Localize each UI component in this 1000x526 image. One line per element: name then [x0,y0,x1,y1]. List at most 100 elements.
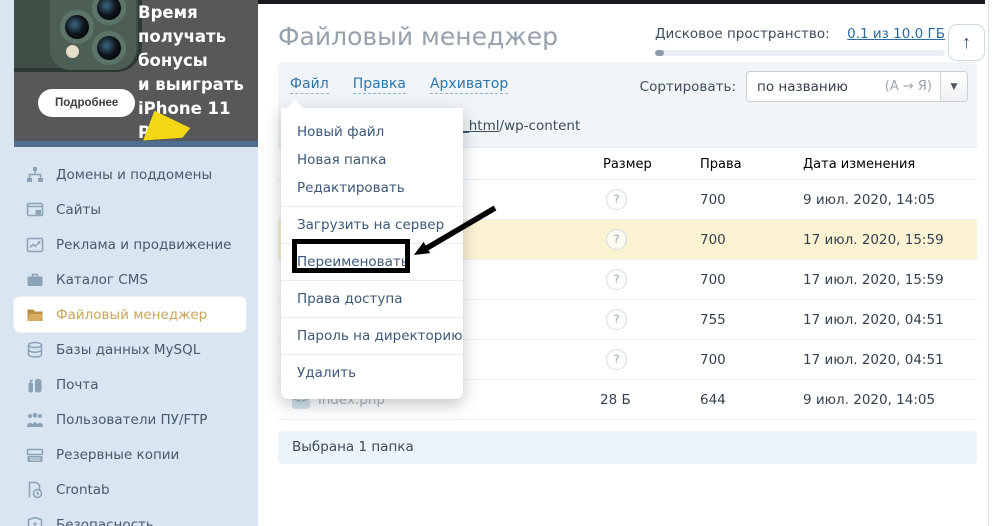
menu-item-delete[interactable]: Удалить [281,359,463,387]
sidebar-item-file-manager[interactable]: Файловый менеджер [14,297,246,332]
column-size: Размер [603,157,652,172]
briefcase-icon [26,271,44,289]
date-cell: 17 июл. 2020, 04:51 [803,352,944,368]
date-cell: 17 июл. 2020, 04:51 [803,312,944,328]
annotation-highlight-box [292,239,410,273]
sidebar-item-label: Каталог CMS [56,272,148,288]
menu-item-permissions[interactable]: Права доступа [281,285,463,313]
sidebar-item-label: Реклама и продвижение [56,237,231,253]
sidebar-item-security[interactable]: Безопасность [14,507,246,526]
disk-space-label: Дисковое пространство: [655,26,830,42]
mail-icon [26,376,44,394]
sort-select[interactable]: по названию (А → Я) ▼ [746,71,968,102]
banner-bottom-bar [14,141,258,147]
banner-line: бонусы [138,49,258,73]
users-icon [26,411,44,429]
menu-separator [281,354,463,355]
size-help-icon[interactable]: ? [606,229,627,250]
size-help-icon[interactable]: ? [606,189,627,210]
banner-details-button[interactable]: Подробнее [38,89,135,117]
disk-space-value-link[interactable]: 0.1 из 10.0 ГБ [847,26,945,42]
sort-direction: (А → Я) [885,79,932,94]
breadcrumb-current: /wp-content [500,118,581,134]
sidebar-item-cms-catalog[interactable]: Каталог CMS [14,262,246,297]
sidebar-nav: Домены и поддомены Сайты Реклама и продв… [14,157,246,526]
banner-line: Время [138,1,258,25]
main-content: Файловый менеджер Дисковое пространство:… [258,0,1000,526]
menu-item-new-folder[interactable]: Новая папка [281,146,463,174]
breadcrumb-link[interactable]: _html [462,118,500,134]
menu-item-edit[interactable]: Редактировать [281,174,463,202]
sidebar-item-users-ftp[interactable]: Пользователи ПУ/FTP [14,402,246,437]
shield-icon [26,516,44,526]
scroll-top-button[interactable]: ↑ [948,24,985,61]
disk-space-widget: Дисковое пространство: 0.1 из 10.0 ГБ [655,26,945,56]
sidebar-item-sites[interactable]: Сайты [14,192,246,227]
menu-archiver[interactable]: Архиватор [430,76,508,94]
rights-cell: 700 [700,272,726,288]
folder-icon [26,306,44,324]
column-rights: Права [700,157,742,172]
sidebar-item-label: Crontab [56,482,110,498]
iphone-promo-banner[interactable]: Время получать бонусы и выиграть iPhone … [14,0,258,141]
dropdown-caret [287,99,303,108]
backup-archive-icon [26,446,44,464]
size-help-icon[interactable]: ? [606,349,627,370]
sidebar-item-label: Базы данных MySQL [56,342,200,358]
rights-cell: 755 [700,312,726,328]
size-help-icon[interactable]: ? [606,309,627,330]
banner-line: и выиграть [138,73,258,97]
sidebar-item-label: Сайты [56,202,101,218]
sidebar-item-label: Резервные копии [56,447,179,463]
file-manager-screen: Время получать бонусы и выиграть iPhone … [0,0,1000,526]
selection-status-bar: Выбрана 1 папка [278,431,977,464]
sidebar: Время получать бонусы и выиграть iPhone … [0,0,258,526]
date-cell: 9 июл. 2020, 14:05 [803,192,935,208]
camera-lens-icon [92,31,126,65]
sidebar-item-mail[interactable]: Почта [14,367,246,402]
file-clock-icon [26,481,44,499]
date-cell: 17 июл. 2020, 15:59 [803,232,944,248]
sidebar-item-backups[interactable]: Резервные копии [14,437,246,472]
size-help-icon[interactable]: ? [606,269,627,290]
sidebar-item-mysql[interactable]: Базы данных MySQL [14,332,246,367]
sitemap-icon [26,166,44,184]
database-icon [26,341,44,359]
menu-edit[interactable]: Правка [353,76,406,94]
column-date: Дата изменения [803,157,915,172]
rights-cell: 700 [700,232,726,248]
size-cell: 28 Б [600,392,631,408]
rights-cell: 700 [700,192,726,208]
sidebar-item-label: Почта [56,377,99,393]
breadcrumb: _html/wp-content [462,118,580,134]
menu-file[interactable]: Файл [290,76,329,94]
disk-usage-fill [655,50,664,56]
top-toolbar-edge [258,0,985,4]
chevron-down-icon[interactable]: ▼ [940,72,967,101]
rights-cell: 644 [700,392,726,408]
scrollbar-track[interactable] [988,0,989,526]
page-title: Файловый менеджер [278,22,558,51]
menu-bar: Файл Правка Архиватор [290,76,508,94]
disk-usage-bar [655,50,945,56]
date-cell: 17 июл. 2020, 15:59 [803,272,944,288]
menu-separator [281,317,463,318]
camera-lens-icon [60,10,94,44]
sidebar-item-label: Безопасность [56,517,154,526]
up-arrow-icon: ↑ [962,32,971,52]
annotation-arrow [400,202,500,264]
sidebar-item-label: Файловый менеджер [56,307,207,323]
menu-item-new-file[interactable]: Новый файл [281,118,463,146]
browser-window-icon [26,201,44,219]
sort-selected-value: по названию [747,79,885,95]
rights-cell: 700 [700,352,726,368]
sidebar-item-domains[interactable]: Домены и поддомены [14,157,246,192]
menu-item-password-directory[interactable]: Пароль на директорию [281,322,463,350]
sidebar-item-crontab[interactable]: Crontab [14,472,246,507]
menu-separator [281,280,463,281]
sidebar-item-label: Пользователи ПУ/FTP [56,412,207,428]
sidebar-item-ads[interactable]: Реклама и продвижение [14,227,246,262]
camera-flash-icon [66,45,79,58]
date-cell: 9 июл. 2020, 14:05 [803,392,935,408]
sort-label: Сортировать: [640,79,736,95]
